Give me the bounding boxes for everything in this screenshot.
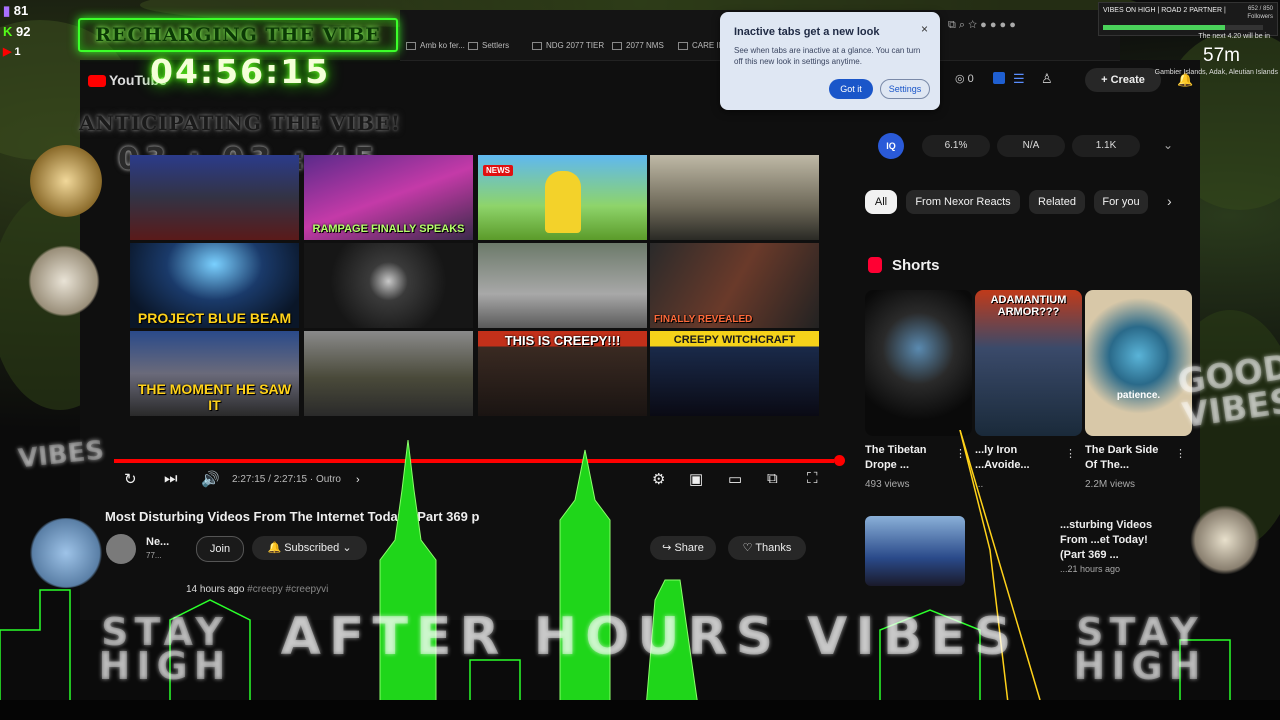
video-thumbnail[interactable]: NEWS bbox=[478, 155, 647, 240]
create-button[interactable]: + Create bbox=[1085, 68, 1161, 92]
next-420-location: Gambier Islands, Adak, Aleutian Islands bbox=[1154, 69, 1278, 76]
browser-toolbar-icons: ⧉ ⌕ ☆ ● ● ● ● bbox=[948, 19, 1016, 31]
youtube-small-icon: ▶ bbox=[3, 46, 12, 58]
twitch-viewers-value: 81 bbox=[13, 3, 29, 18]
thumbnail-caption: THIS IS CREEPY!!! bbox=[504, 333, 621, 348]
thumbnail-caption: PROJECT BLUE BEAM bbox=[137, 310, 292, 326]
stat-pill: 6.1% bbox=[922, 135, 990, 157]
extension-icon[interactable] bbox=[993, 72, 1005, 84]
twitch-icon: ▮ bbox=[3, 3, 11, 18]
video-thumbnail[interactable]: RAMPAGE FINALLY SPEAKS bbox=[304, 155, 473, 240]
chip-related[interactable]: Related bbox=[1029, 190, 1085, 214]
twitch-viewer-count: ▮ 81 bbox=[3, 3, 28, 19]
thumbnail-caption: FINALLY REVEALED bbox=[654, 314, 753, 325]
chip-from-channel[interactable]: From Nexor Reacts bbox=[906, 190, 1020, 214]
yellow-hero-figure bbox=[545, 171, 581, 233]
video-thumbnail[interactable]: THE MOMENT HE SAW IT bbox=[130, 331, 299, 416]
next-420-minutes: 57m bbox=[1203, 45, 1240, 66]
short-overlay-text: ADAMANTIUM ARMOR??? bbox=[990, 294, 1067, 318]
video-thumbnail[interactable] bbox=[304, 243, 473, 328]
video-thumbnail[interactable] bbox=[650, 155, 819, 240]
iq-icon[interactable]: IQ bbox=[878, 133, 904, 159]
chevron-right-icon[interactable]: › bbox=[1167, 193, 1172, 209]
kick-viewer-count: K 92 bbox=[3, 24, 30, 39]
plus-icon: + bbox=[1101, 74, 1111, 86]
video-thumbnail[interactable]: CREEPY WITCHCRAFT bbox=[650, 331, 819, 416]
thumbnail-caption: THE MOMENT HE SAW IT bbox=[137, 381, 292, 413]
video-thumbnail[interactable] bbox=[304, 331, 473, 416]
main-countdown: 04:56:15 bbox=[150, 52, 331, 91]
popup-title: Inactive tabs get a new look bbox=[734, 26, 880, 38]
bookmark-item[interactable]: Settlers bbox=[468, 41, 509, 50]
video-thumbnail[interactable]: PROJECT BLUE BEAM bbox=[130, 243, 299, 328]
mic-icon[interactable]: ♙ bbox=[1041, 71, 1053, 87]
followers-count: 652 / 850 bbox=[1247, 6, 1273, 12]
header-icons: ◎ 0 bbox=[955, 73, 974, 85]
stay-high-right: STAY HIGH bbox=[1073, 610, 1207, 688]
youtube-play-icon bbox=[88, 75, 106, 88]
thumbnail-caption: RAMPAGE FINALLY SPEAKS bbox=[312, 223, 465, 235]
got-it-button[interactable]: Got it bbox=[829, 79, 873, 99]
anticipating-label: ANTICIPATING THE VIBE! bbox=[79, 111, 401, 135]
list-icon[interactable]: ☰ bbox=[1013, 71, 1025, 87]
popup-body: See when tabs are inactive at a glance. … bbox=[734, 46, 921, 66]
chip-all[interactable]: All bbox=[865, 190, 897, 214]
video-thumbnail[interactable] bbox=[478, 243, 647, 328]
recharging-label: RECHARGING THE VIBE bbox=[95, 24, 381, 46]
thumbnail-caption: CREEPY WITCHCRAFT bbox=[673, 334, 796, 346]
short-thumbnail[interactable] bbox=[865, 290, 972, 436]
create-label: Create bbox=[1110, 74, 1145, 86]
youtube-viewer-count: ▶ 1 bbox=[3, 45, 21, 58]
kick-icon: K bbox=[3, 24, 13, 39]
moon-cat-sticker bbox=[30, 145, 102, 217]
kick-viewers-value: 92 bbox=[16, 24, 31, 39]
glasses-cat-sticker bbox=[28, 245, 100, 317]
chip-for-you[interactable]: For you bbox=[1094, 190, 1148, 214]
good-vibes-neon: GOOD VIBES bbox=[1175, 347, 1280, 437]
video-thumbnail[interactable] bbox=[130, 155, 299, 240]
short-thumbnail[interactable]: ADAMANTIUM ARMOR??? bbox=[975, 290, 1082, 436]
video-thumbnail[interactable]: FINALLY REVEALED bbox=[650, 243, 819, 328]
close-icon[interactable]: × bbox=[921, 22, 928, 36]
stat-pill: N/A bbox=[997, 135, 1065, 157]
bookmark-item[interactable]: Amb ko fer... bbox=[406, 41, 465, 50]
shorts-icon bbox=[868, 257, 882, 273]
next-420-label: The next 4.20 will be in bbox=[1198, 33, 1270, 40]
stream-screen: Amb ko fer... Settlers NDG 2077 TIER 207… bbox=[0, 0, 1280, 720]
stream-goal-badge: VIBES ON HIGH | ROAD 2 PARTNER | 652 / 8… bbox=[1098, 2, 1278, 36]
chevron-down-icon[interactable]: ⌄ bbox=[1163, 138, 1173, 152]
youtube-viewers-value: 1 bbox=[14, 46, 21, 58]
bookmark-item[interactable]: 2077 NMS bbox=[612, 41, 664, 50]
settings-button[interactable]: Settings bbox=[880, 79, 930, 99]
stay-high-left: STAY HIGH bbox=[98, 610, 232, 688]
after-hours-vibes: AFTER HOURS VIBES bbox=[280, 607, 1020, 667]
short-overlay-text: patience. bbox=[1116, 390, 1161, 401]
follower-goal-fill bbox=[1103, 25, 1225, 30]
stream-badge-title: VIBES ON HIGH | ROAD 2 PARTNER | bbox=[1103, 7, 1226, 14]
bookmark-item[interactable]: NDG 2077 TIER bbox=[532, 41, 604, 50]
stat-pill: 1.1K bbox=[1072, 135, 1140, 157]
inactive-tabs-popup: Inactive tabs get a new look × See when … bbox=[720, 12, 940, 110]
video-thumbnail[interactable]: THIS IS CREEPY!!! bbox=[478, 331, 647, 416]
followers-label: Followers bbox=[1247, 14, 1273, 20]
shorts-heading: Shorts bbox=[892, 257, 940, 274]
news-badge: NEWS bbox=[483, 165, 513, 176]
